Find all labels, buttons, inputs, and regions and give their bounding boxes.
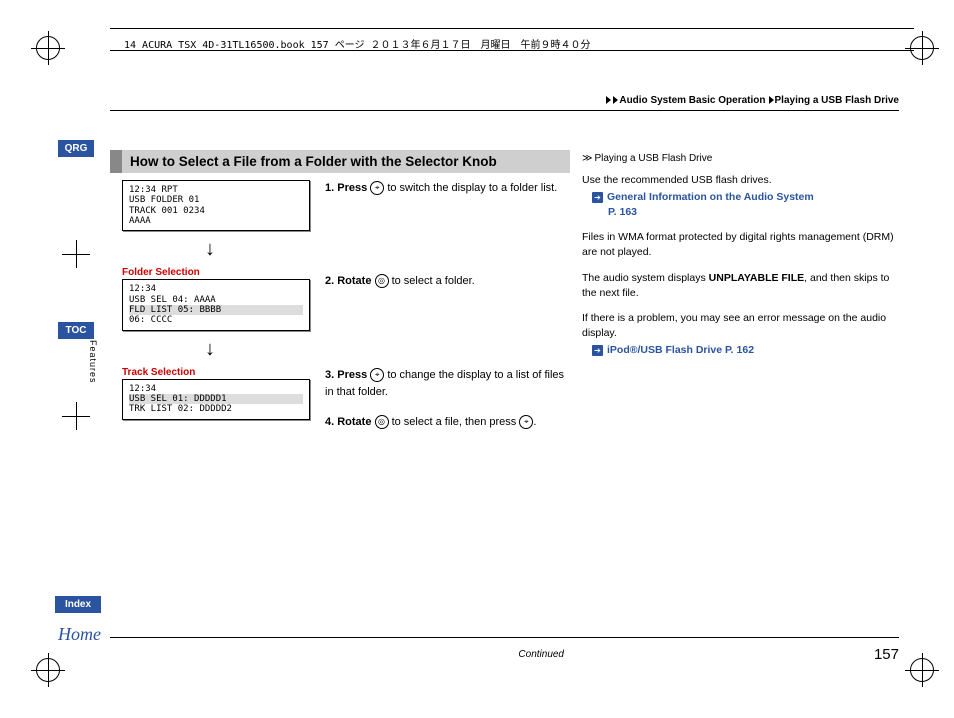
- press-icon: ⌖: [370, 368, 384, 382]
- display-line: FLD LIST 05: BBBB: [129, 305, 303, 315]
- display-line: 12:34 RPT: [129, 185, 303, 195]
- aside-paragraph: The audio system displays UNPLAYABLE FIL…: [582, 271, 902, 301]
- press-icon: ⌖: [519, 415, 533, 429]
- aside-link-row: ➔ General Information on the Audio System…: [582, 190, 902, 220]
- link-arrow-icon: ➔: [592, 345, 603, 356]
- registration-mark: [36, 658, 60, 682]
- rotate-icon: ◎: [375, 415, 389, 429]
- step-text: 3. Press: [325, 369, 370, 381]
- crop-mark: [62, 402, 90, 430]
- breadcrumb-level2: Playing a USB Flash Drive: [775, 95, 900, 106]
- home-link[interactable]: Home: [58, 624, 101, 645]
- step-text: 4. Rotate: [325, 416, 375, 428]
- main-content: How to Select a File from a Folder with …: [110, 150, 570, 173]
- link-page-ref[interactable]: P. 163: [592, 206, 637, 218]
- breadcrumb-level1: Audio System Basic Operation: [619, 95, 765, 106]
- tab-index[interactable]: Index: [55, 596, 101, 613]
- step-1: 1. Press ⌖ to switch the display to a fo…: [325, 180, 570, 197]
- registration-mark: [910, 36, 934, 60]
- link-page-ref[interactable]: P. 162: [725, 344, 754, 356]
- aside-title-text: Playing a USB Flash Drive: [594, 153, 712, 164]
- breadcrumb: Audio System Basic Operation Playing a US…: [605, 95, 899, 106]
- footer-rule: [110, 637, 899, 638]
- display-line: USB FOLDER 01: [129, 195, 303, 205]
- step-2: 2. Rotate ◎ to select a folder.: [325, 273, 570, 290]
- link-ipod-usb[interactable]: iPod®/USB Flash Drive: [607, 344, 722, 356]
- step-text: 1. Press: [325, 182, 370, 194]
- display-line: TRACK 001 0234: [129, 206, 303, 216]
- display-line: AAAA: [129, 216, 303, 226]
- side-notes: ≫Playing a USB Flash Drive Use the recom…: [582, 152, 902, 369]
- caption-track-selection: Track Selection: [122, 367, 310, 378]
- breadcrumb-rule: [110, 110, 899, 111]
- breadcrumb-arrow-icon: [613, 96, 618, 104]
- display-line: USB SEL 01: DDDDD1: [129, 394, 303, 404]
- section-title: How to Select a File from a Folder with …: [110, 150, 570, 173]
- aside-text: The audio system displays: [582, 272, 709, 284]
- breadcrumb-arrow-icon: [769, 96, 774, 104]
- display-line: 12:34: [129, 384, 303, 394]
- page-number: 157: [874, 646, 899, 663]
- aside-bold: UNPLAYABLE FILE: [709, 272, 805, 284]
- display-screenshot-3: 12:34 USB SEL 01: DDDDD1 TRK LIST 02: DD…: [122, 379, 310, 420]
- header-rule: [110, 28, 914, 29]
- caption-folder-selection: Folder Selection: [122, 267, 310, 278]
- display-line: 06: CCCC: [129, 315, 303, 325]
- document-page: 14 ACURA TSX 4D-31TL16500.book 157 ページ ２…: [0, 0, 954, 718]
- registration-mark: [910, 658, 934, 682]
- step-text: to select a file, then press: [389, 416, 520, 428]
- steps-column: 1. Press ⌖ to switch the display to a fo…: [325, 180, 570, 445]
- tab-qrg[interactable]: QRG: [58, 140, 94, 157]
- display-line: USB SEL 04: AAAA: [129, 295, 303, 305]
- display-screenshot-1: 12:34 RPT USB FOLDER 01 TRACK 001 0234 A…: [122, 180, 310, 231]
- header-filename: 14 ACURA TSX 4D-31TL16500.book 157 ページ ２…: [124, 36, 591, 51]
- aside-title: ≫Playing a USB Flash Drive: [582, 152, 902, 167]
- link-general-info[interactable]: General Information on the Audio System: [607, 191, 814, 203]
- registration-mark: [36, 36, 60, 60]
- step-text: 2. Rotate: [325, 275, 375, 287]
- step-3: 3. Press ⌖ to change the display to a li…: [325, 367, 570, 400]
- tab-toc[interactable]: TOC: [58, 322, 94, 339]
- step-4: 4. Rotate ◎ to select a file, then press…: [325, 414, 570, 431]
- display-screenshot-2: 12:34 USB SEL 04: AAAA FLD LIST 05: BBBB…: [122, 279, 310, 330]
- aside-paragraph: Use the recommended USB flash drives.: [582, 173, 902, 188]
- note-marker-icon: ≫: [582, 152, 592, 167]
- illustration-column: 12:34 RPT USB FOLDER 01 TRACK 001 0234 A…: [110, 180, 310, 420]
- arrow-down-icon: ↓: [110, 339, 310, 359]
- crop-mark: [62, 240, 90, 268]
- display-line: 12:34: [129, 284, 303, 294]
- sidebar-label-features: Features: [88, 340, 98, 384]
- step-text: to select a folder.: [389, 275, 475, 287]
- arrow-down-icon: ↓: [110, 239, 310, 259]
- press-icon: ⌖: [370, 181, 384, 195]
- aside-paragraph: Files in WMA format protected by digital…: [582, 230, 902, 260]
- aside-link-row: ➔ iPod®/USB Flash Drive P. 162: [582, 343, 902, 358]
- step-text: .: [533, 416, 536, 428]
- link-arrow-icon: ➔: [592, 192, 603, 203]
- step-text: to switch the display to a folder list.: [384, 182, 557, 194]
- continued-label: Continued: [518, 649, 564, 660]
- rotate-icon: ◎: [375, 274, 389, 288]
- aside-paragraph: If there is a problem, you may see an er…: [582, 311, 902, 341]
- breadcrumb-arrow-icon: [606, 96, 611, 104]
- display-line: TRK LIST 02: DDDDD2: [129, 404, 303, 414]
